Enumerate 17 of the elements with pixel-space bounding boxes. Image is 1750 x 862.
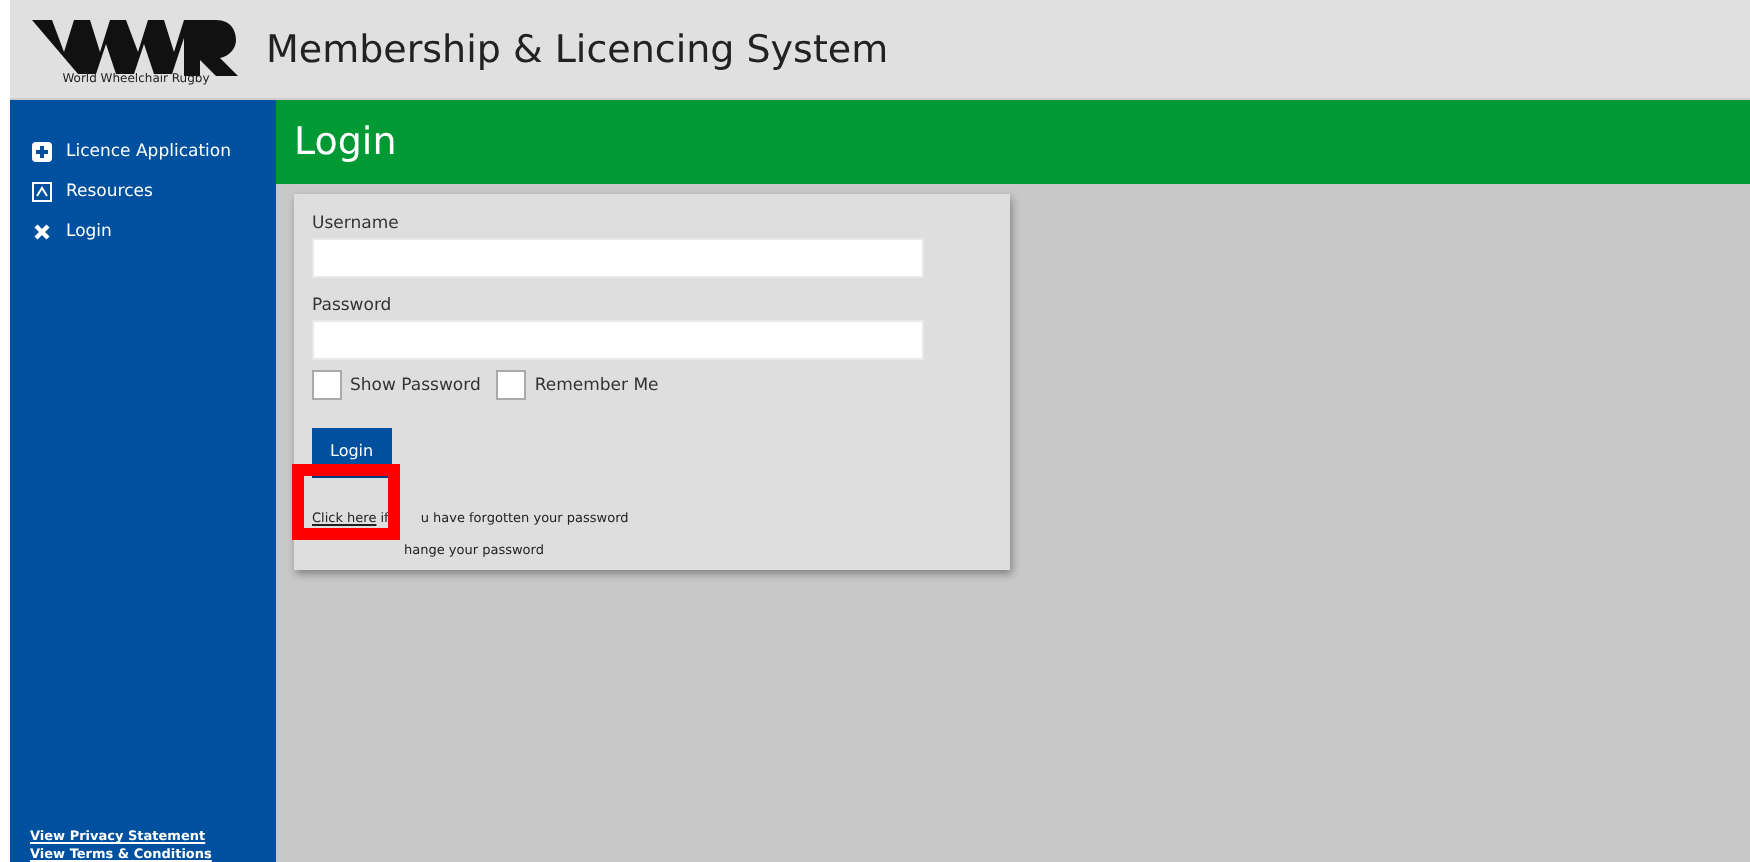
sidebar-item[interactable]: Login [66, 222, 112, 242]
app-title: Membership & Licencing System [266, 27, 889, 71]
checkbox-label: Remember Me [534, 375, 659, 395]
document-icon [30, 180, 54, 204]
checkbox-label: Show Password [350, 375, 481, 395]
close-icon [30, 220, 54, 244]
username-field[interactable] [312, 238, 924, 278]
password-field[interactable] [312, 320, 924, 360]
checkbox[interactable] [496, 370, 527, 400]
sidebar-item[interactable]: Licence Application [66, 142, 231, 162]
highlight-box [292, 464, 400, 540]
field-label: Username [312, 214, 401, 234]
checkbox[interactable] [312, 370, 342, 400]
field-label: Password [312, 296, 394, 316]
page-title: Login [294, 120, 397, 164]
plus-icon [30, 140, 54, 164]
sidebar-item[interactable]: Resources [66, 182, 153, 202]
